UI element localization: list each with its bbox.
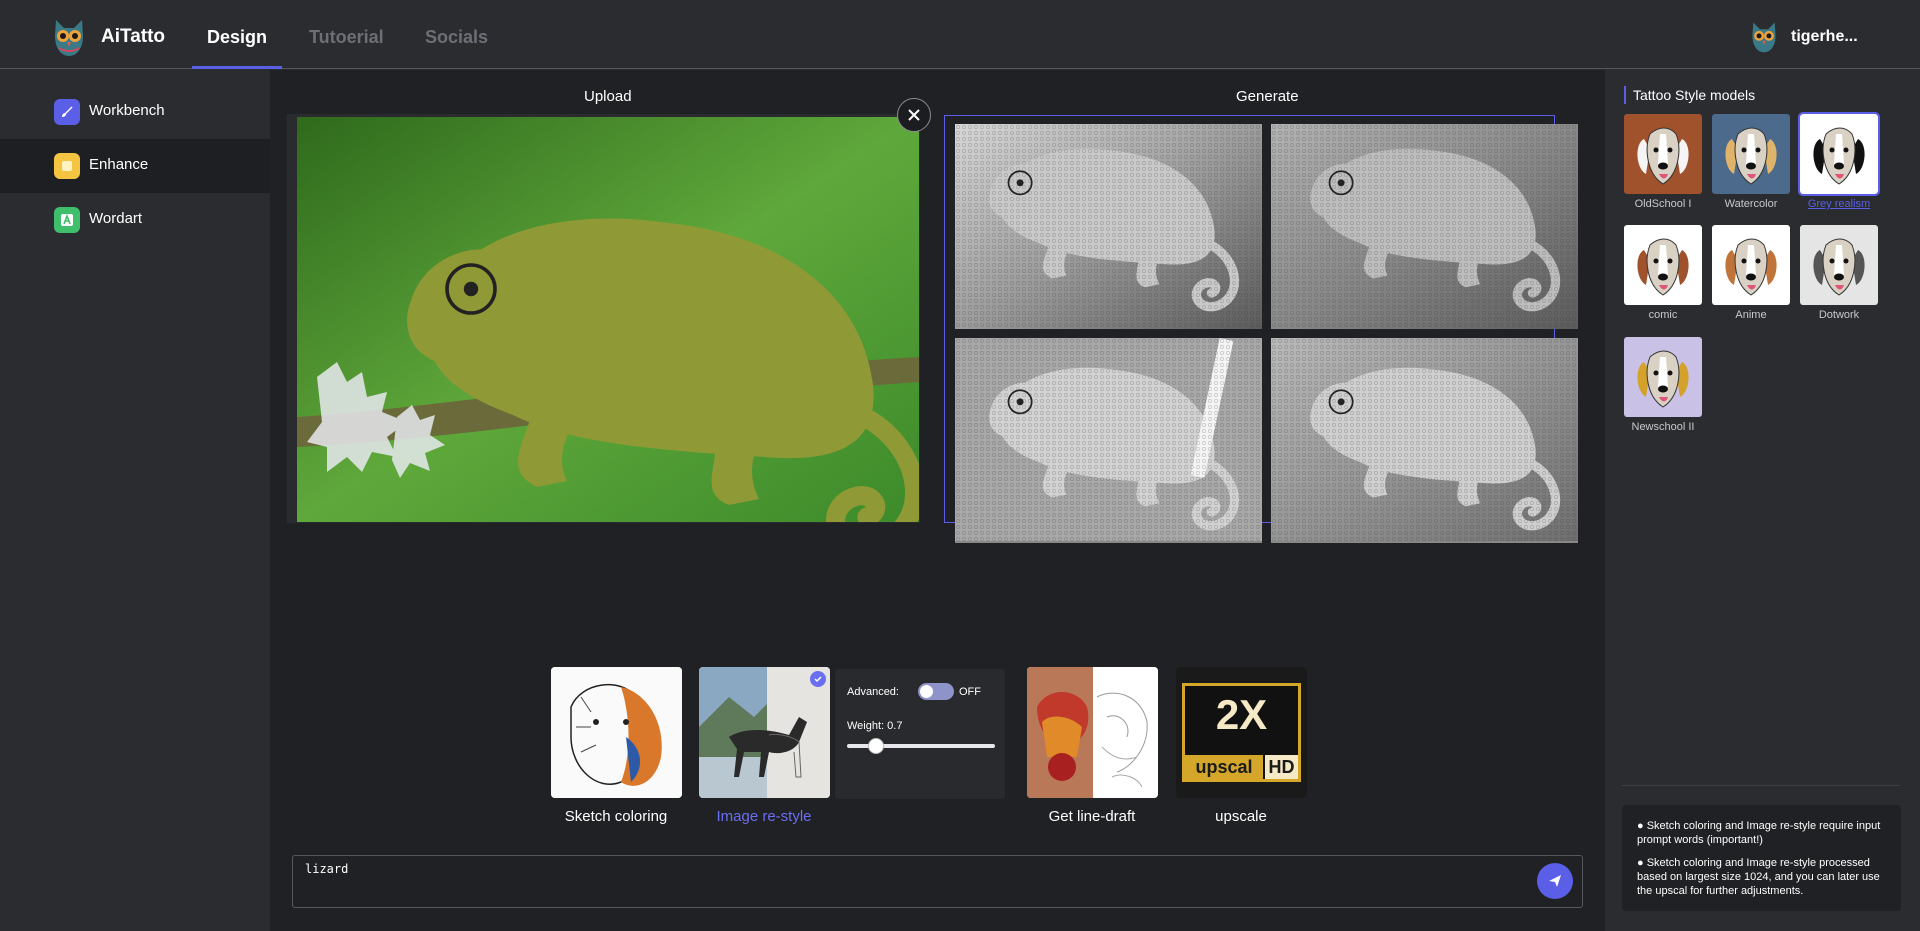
style-card[interactable] xyxy=(1624,225,1702,305)
style-card[interactable] xyxy=(1712,225,1790,305)
sidebar-item-enhance[interactable]: Enhance xyxy=(0,139,270,193)
upload-title: Upload xyxy=(584,88,632,105)
owl-logo-icon xyxy=(52,18,86,58)
generate-title: Generate xyxy=(1236,88,1299,105)
style-card[interactable] xyxy=(1798,112,1880,196)
prompt-value: lizard xyxy=(305,862,349,876)
style-label: Watercolor xyxy=(1724,198,1778,210)
style-card[interactable] xyxy=(1624,114,1702,194)
style-label: comic xyxy=(1648,309,1678,321)
note-2-text: Sketch coloring and Image re-style proce… xyxy=(1637,857,1880,897)
advanced-label: Advanced: xyxy=(847,686,899,698)
style-card[interactable] xyxy=(1712,114,1790,194)
close-button[interactable] xyxy=(897,98,931,132)
user-avatar[interactable] xyxy=(1750,21,1778,54)
upscale-2x-text: 2X xyxy=(1215,691,1268,738)
sidebar-item-label: Wordart xyxy=(89,210,143,227)
weight-label: Weight: 0.7 xyxy=(847,720,903,732)
tab-socials[interactable]: Socials xyxy=(425,27,488,48)
weight-slider[interactable] xyxy=(847,738,995,754)
close-icon xyxy=(908,109,920,121)
style-label: Anime xyxy=(1735,309,1767,321)
style-label: Grey realism xyxy=(1807,198,1871,210)
weight-slider-thumb[interactable] xyxy=(867,738,884,754)
style-card[interactable] xyxy=(1800,225,1878,305)
username[interactable]: tigerhe... xyxy=(1791,28,1858,46)
tool-label-line-draft: Get line-draft xyxy=(1048,808,1136,825)
sidebar-item-wordart[interactable]: Wordart xyxy=(0,193,270,247)
generated-image-3[interactable] xyxy=(955,338,1262,543)
pin-icon: ● xyxy=(1637,820,1644,832)
style-label: OldSchool I xyxy=(1634,198,1692,210)
prompt-input[interactable] xyxy=(292,855,1583,908)
style-label: Newschool II xyxy=(1631,421,1695,433)
tool-label-upscale: upscale xyxy=(1215,808,1267,825)
tab-tutorial[interactable]: Tutoerial xyxy=(309,27,384,48)
sidebar: Workbench Enhance Wordart xyxy=(0,70,270,931)
top-bar: AiTatto Design Tutoerial Socials tigerhe… xyxy=(0,0,1920,69)
sidebar-item-label: Workbench xyxy=(89,102,165,119)
upscale-card[interactable]: 2X upscal HD xyxy=(1176,667,1307,798)
send-button[interactable] xyxy=(1537,863,1573,899)
upscale-hd-text: HD xyxy=(1265,755,1298,779)
style-panel-title: Tattoo Style models xyxy=(1624,86,1755,104)
style-card[interactable] xyxy=(1624,337,1702,417)
note-1: ● Sketch coloring and Image re-style req… xyxy=(1637,819,1895,847)
square-icon xyxy=(54,153,80,179)
style-label: Dotwork xyxy=(1818,309,1860,321)
letter-a-icon xyxy=(54,207,80,233)
active-tab-indicator xyxy=(192,66,282,69)
divider xyxy=(1622,785,1900,786)
tool-label-image-restyle: Image re-style xyxy=(716,808,812,825)
brush-icon xyxy=(54,99,80,125)
tab-design[interactable]: Design xyxy=(207,27,267,48)
generated-image-2[interactable] xyxy=(1271,124,1578,329)
note-1-text: Sketch coloring and Image re-style requi… xyxy=(1637,820,1881,846)
generated-image-1[interactable] xyxy=(955,124,1262,329)
advanced-toggle-state: OFF xyxy=(959,686,981,698)
sketch-coloring-card[interactable] xyxy=(551,667,682,798)
note-2: ● Sketch coloring and Image re-style pro… xyxy=(1637,856,1895,898)
generated-image-4[interactable] xyxy=(1271,338,1578,543)
sidebar-item-label: Enhance xyxy=(89,156,149,173)
brand-name: AiTatto xyxy=(101,26,166,47)
pin-icon: ● xyxy=(1637,857,1644,869)
image-restyle-card[interactable] xyxy=(699,667,830,798)
sidebar-item-workbench[interactable]: Workbench xyxy=(0,85,270,139)
uploaded-image xyxy=(297,117,919,522)
line-draft-card[interactable] xyxy=(1027,667,1158,798)
send-icon xyxy=(1549,875,1561,887)
advanced-toggle[interactable] xyxy=(918,683,954,700)
tool-label-sketch-coloring: Sketch coloring xyxy=(564,808,668,825)
selected-check-icon xyxy=(810,671,826,687)
upscale-label-text: upscal xyxy=(1185,755,1263,779)
